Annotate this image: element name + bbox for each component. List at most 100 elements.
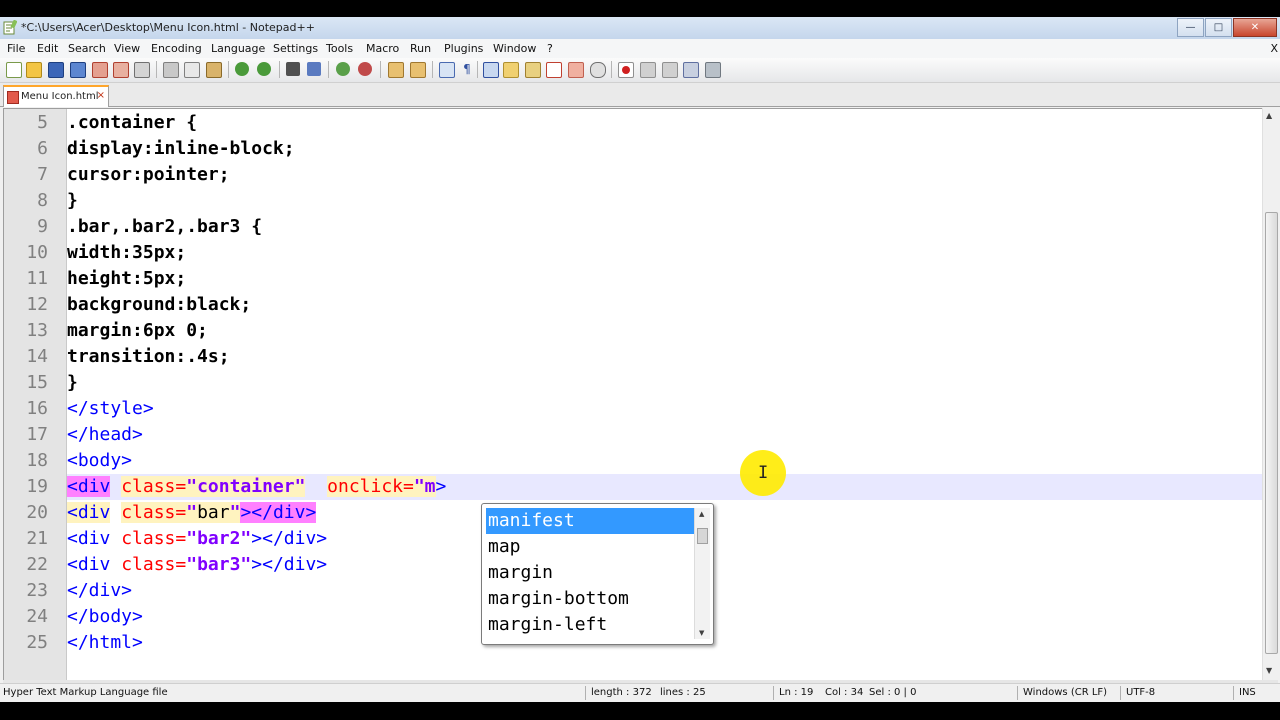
line-number: 15	[26, 372, 48, 393]
print-icon[interactable]	[134, 62, 150, 78]
menu-encoding[interactable]: Encoding	[151, 42, 202, 55]
menu-language[interactable]: Language	[211, 42, 265, 55]
autocomplete-item[interactable]: margin-left	[486, 612, 694, 638]
code-line-text: }	[67, 372, 78, 393]
replace-icon[interactable]	[307, 62, 321, 76]
copy-icon[interactable]	[184, 62, 200, 78]
status-separator	[585, 686, 586, 700]
close-document-x[interactable]: X	[1270, 42, 1278, 55]
status-selection: Sel : 0 | 0	[869, 687, 917, 698]
code-line: }	[67, 370, 1263, 396]
status-insert-mode: INS	[1239, 687, 1256, 698]
line-number: 18	[26, 450, 48, 471]
menu-edit[interactable]: Edit	[37, 42, 58, 55]
notepadpp-window: *C:\Users\Acer\Desktop\Menu Icon.html - …	[0, 17, 1280, 702]
monitoring-icon[interactable]	[590, 62, 606, 78]
menu-tools[interactable]: Tools	[326, 42, 353, 55]
maximize-button[interactable]: □	[1205, 18, 1232, 37]
save-all-icon[interactable]	[70, 62, 86, 78]
cut-icon[interactable]	[163, 62, 179, 78]
menu-macro[interactable]: Macro	[366, 42, 399, 55]
status-separator	[1233, 686, 1234, 700]
attr-token: onclick=	[327, 476, 414, 497]
menu-run[interactable]: Run	[410, 42, 431, 55]
code-line: height:5px;	[67, 266, 1263, 292]
menu-file[interactable]: File	[7, 42, 25, 55]
menu-plugins[interactable]: Plugins	[444, 42, 483, 55]
run-macro-multiple-icon[interactable]	[683, 62, 699, 78]
line-number: 22	[26, 554, 48, 575]
menu-help[interactable]: ?	[547, 42, 553, 55]
autocomplete-scrollbar[interactable]: ▲ ▼	[694, 508, 710, 639]
sync-h-icon[interactable]	[410, 62, 426, 78]
code-line: transition:.4s;	[67, 344, 1263, 370]
line-number: 10	[26, 242, 48, 263]
tag-token: <div	[67, 502, 111, 523]
code-line-text: </body>	[67, 606, 143, 627]
code-line-text: height:5px;	[67, 268, 187, 289]
scroll-up-icon[interactable]: ▲	[699, 510, 704, 518]
vertical-scrollbar[interactable]: ▲ ▼	[1262, 108, 1279, 680]
scroll-up-icon[interactable]: ▲	[1266, 111, 1272, 120]
code-line-text: <div class="bar2"></div>	[67, 526, 327, 552]
doc-map-icon[interactable]	[525, 62, 541, 78]
udl-icon[interactable]	[503, 62, 519, 78]
autocomplete-scrollbar-thumb[interactable]	[697, 528, 708, 544]
open-file-icon[interactable]	[26, 62, 42, 78]
function-list-icon[interactable]	[546, 62, 562, 78]
paste-icon[interactable]	[206, 62, 222, 78]
autocomplete-item[interactable]: margin-bottom	[486, 586, 694, 612]
attr-token: class=	[121, 554, 187, 575]
attr-value-token: "	[229, 502, 241, 523]
redo-icon[interactable]	[257, 62, 271, 76]
line-number: 11	[26, 268, 48, 289]
menu-view[interactable]: View	[114, 42, 140, 55]
find-icon[interactable]	[286, 62, 300, 76]
save-icon[interactable]	[48, 62, 64, 78]
undo-icon[interactable]	[235, 62, 249, 76]
save-macro-icon[interactable]	[705, 62, 721, 78]
status-filetype: Hyper Text Markup Language file	[3, 687, 168, 698]
attr-token: class=	[121, 476, 187, 497]
autocomplete-item-selected[interactable]: manifest	[485, 507, 695, 535]
code-line-text: .container {	[67, 112, 198, 133]
minimize-button[interactable]: —	[1177, 18, 1204, 37]
tab-close-icon[interactable]: ×	[97, 90, 105, 101]
scrollbar-thumb[interactable]	[1265, 212, 1278, 654]
zoom-in-icon[interactable]	[336, 62, 350, 76]
code-line-text: transition:.4s;	[67, 346, 230, 367]
new-file-icon[interactable]	[6, 62, 22, 78]
indent-guide-icon[interactable]	[483, 62, 499, 78]
autocomplete-item[interactable]: map	[486, 534, 694, 560]
line-number: 20	[26, 502, 48, 523]
play-macro-icon[interactable]	[662, 62, 678, 78]
line-number: 7	[37, 164, 48, 185]
tab-label: Menu Icon.html	[21, 91, 99, 102]
zoom-out-icon[interactable]	[358, 62, 372, 76]
sync-v-icon[interactable]	[388, 62, 404, 78]
code-line: margin:6px 0;	[67, 318, 1263, 344]
scroll-down-icon[interactable]: ▼	[699, 629, 704, 637]
show-all-chars-icon[interactable]: ¶	[460, 62, 474, 76]
menu-window[interactable]: Window	[493, 42, 536, 55]
code-line: }	[67, 188, 1263, 214]
toolbar-separator	[156, 61, 157, 78]
menu-search[interactable]: Search	[68, 42, 106, 55]
code-line-text: <div class="container" onclick="m>	[67, 474, 446, 500]
close-all-icon[interactable]	[113, 62, 129, 78]
close-window-button[interactable]: ✕	[1233, 18, 1277, 37]
close-icon[interactable]	[92, 62, 108, 78]
word-wrap-icon[interactable]	[439, 62, 455, 78]
line-number: 12	[26, 294, 48, 315]
toolbar-separator	[611, 61, 612, 78]
tab-menu-icon-html[interactable]: Menu Icon.html ×	[3, 85, 109, 107]
scroll-down-icon[interactable]: ▼	[1266, 666, 1272, 675]
menu-settings[interactable]: Settings	[273, 42, 318, 55]
status-separator	[1017, 686, 1018, 700]
stop-macro-icon[interactable]	[640, 62, 656, 78]
autocomplete-item[interactable]: margin	[486, 560, 694, 586]
folder-workspace-icon[interactable]	[568, 62, 584, 78]
record-macro-icon[interactable]	[618, 62, 634, 78]
attr-token: class=	[121, 528, 187, 549]
